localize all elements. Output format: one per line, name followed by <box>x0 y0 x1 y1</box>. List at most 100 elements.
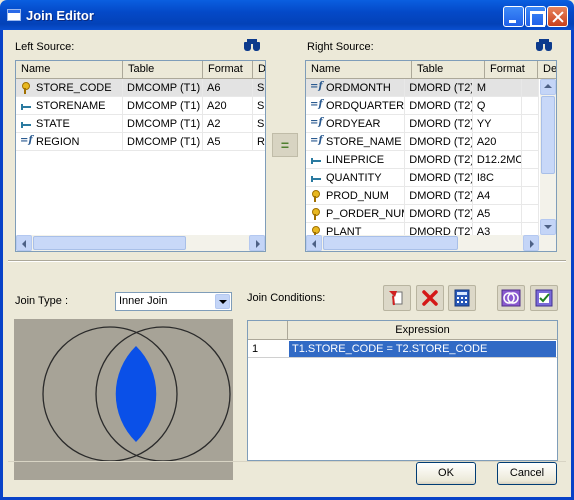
grid-corner <box>248 321 288 340</box>
left-col-de[interactable]: De <box>253 61 265 79</box>
chevron-down-icon[interactable] <box>215 294 230 309</box>
right-cell-de <box>522 79 539 96</box>
row-divider <box>248 357 557 358</box>
right-cell-de <box>522 223 539 235</box>
clear-conditions-icon <box>389 291 403 306</box>
right-row[interactable]: ORDMONTH DMORD (T2)M <box>306 79 539 97</box>
right-name-text: ORDYEAR <box>326 118 381 130</box>
right-grid-header: Name Table Format De <box>306 61 556 79</box>
key-icon <box>310 208 322 220</box>
scroll-thumb[interactable] <box>541 96 555 174</box>
right-cell-de <box>522 115 539 132</box>
condition-expression-cell[interactable]: T1.STORE_CODE = T2.STORE_CODE <box>289 341 556 357</box>
scroll-down-arrow[interactable] <box>540 219 556 235</box>
left-col-format[interactable]: Format <box>203 61 253 79</box>
left-source-label: Left Source: <box>15 41 75 53</box>
right-cell-format: I8C <box>473 169 523 186</box>
right-row[interactable]: ORDYEAR DMORD (T2)YY <box>306 115 539 133</box>
function-icon <box>20 133 33 150</box>
function-icon <box>310 133 323 150</box>
left-cell-table: DMCOMP (T1) <box>123 79 203 96</box>
binoculars-icon <box>536 39 552 51</box>
left-name-text: STATE <box>36 118 70 130</box>
left-cell-name: STORENAME <box>16 97 123 114</box>
right-vscrollbar[interactable] <box>540 79 556 235</box>
left-col-table[interactable]: Table <box>123 61 203 79</box>
left-hscrollbar[interactable] <box>16 235 265 251</box>
right-row[interactable]: QUANTITY DMORD (T2) I8C <box>306 169 539 187</box>
left-row[interactable]: STORENAME DMCOMP (T1) A20 S <box>16 97 265 115</box>
maximize-button[interactable] <box>525 6 546 27</box>
right-row[interactable]: PROD_NUM DMORD (T2) A4 <box>306 187 539 205</box>
right-cell-de <box>522 151 539 168</box>
left-cell-format: A6 <box>203 79 253 96</box>
right-col-de[interactable]: De <box>538 61 556 79</box>
right-row[interactable]: LINEPRICE DMORD (T2) D12.2MC <box>306 151 539 169</box>
key-icon <box>20 82 32 94</box>
right-hscrollbar[interactable] <box>306 235 556 251</box>
right-find-button[interactable] <box>532 34 556 56</box>
right-name-text: PLANT <box>326 226 362 235</box>
scroll-thumb[interactable] <box>33 236 186 250</box>
right-row[interactable]: STORE_NAMEDMORD (T2)A20 <box>306 133 539 151</box>
left-cell-format: A5 <box>203 133 253 150</box>
right-col-table[interactable]: Table <box>412 61 485 79</box>
left-row[interactable]: STORE_CODE DMCOMP (T1) A6 S <box>16 79 265 97</box>
right-cell-name: PROD_NUM <box>306 187 406 204</box>
left-row[interactable]: REGION DMCOMP (T1)A5R <box>16 133 265 151</box>
minimize-button[interactable] <box>503 6 524 27</box>
scroll-right-arrow[interactable] <box>249 235 265 251</box>
right-cell-table: DMORD (T2) <box>405 169 473 186</box>
right-col-format[interactable]: Format <box>485 61 538 79</box>
venn-options-icon <box>501 289 521 307</box>
join-type-label: Join Type : <box>15 295 68 307</box>
close-button[interactable] <box>547 6 568 27</box>
right-cell-name: P_ORDER_NUM <box>306 205 406 222</box>
left-cell-table: DMCOMP (T1) <box>123 97 203 114</box>
cancel-button[interactable]: Cancel <box>497 462 557 485</box>
left-find-button[interactable] <box>240 34 264 56</box>
left-cell-format: A2 <box>203 115 253 132</box>
delete-icon <box>422 290 438 306</box>
verify-button[interactable] <box>530 285 558 311</box>
scroll-thumb[interactable] <box>323 236 458 250</box>
title-bar[interactable]: Join Editor <box>0 0 574 30</box>
right-cell-de <box>522 205 539 222</box>
join-type-select[interactable]: Inner Join <box>115 292 232 311</box>
right-source-grid[interactable]: Name Table Format De ORDMONTHDMORD (T2)M… <box>305 60 557 252</box>
calculator-button[interactable] <box>448 285 476 311</box>
ok-button[interactable]: OK <box>416 462 476 485</box>
right-row[interactable]: PLANT DMORD (T2) A3 <box>306 223 539 235</box>
right-name-text: STORE_NAME <box>326 136 402 148</box>
window-icon <box>7 9 21 21</box>
right-cell-table: DMORD (T2) <box>405 79 473 96</box>
right-cell-name: ORDMONTH <box>306 79 406 96</box>
add-condition-equal-button[interactable]: = <box>272 133 298 157</box>
left-row[interactable]: STATE DMCOMP (T1) A2 S <box>16 115 265 133</box>
scroll-left-arrow[interactable] <box>306 235 322 251</box>
right-source-label: Right Source: <box>307 41 374 53</box>
left-cell-de: S <box>253 97 265 114</box>
scroll-left-arrow[interactable] <box>16 235 32 251</box>
left-grid-rows: STORE_CODE DMCOMP (T1) A6 S STORENAME DMCOMP … <box>16 79 265 151</box>
delete-condition-button[interactable] <box>416 285 444 311</box>
scroll-right-arrow[interactable] <box>523 235 539 251</box>
join-options-button[interactable] <box>497 285 525 311</box>
column-icon <box>20 100 32 112</box>
splitter[interactable] <box>8 260 566 262</box>
delete-all-button[interactable] <box>383 285 411 311</box>
join-conditions-grid[interactable]: Expression 1 T1.STORE_CODE = T2.STORE_CO… <box>247 320 558 461</box>
right-cell-format: A4 <box>473 187 523 204</box>
scroll-up-arrow[interactable] <box>540 79 556 95</box>
right-row[interactable]: ORDQUARTERDMORD (T2)Q <box>306 97 539 115</box>
expression-column-header[interactable]: Expression <box>288 321 557 340</box>
left-grid-header: Name Table Format De <box>16 61 265 79</box>
left-source-grid[interactable]: Name Table Format De STORE_CODE DMCOMP (T… <box>15 60 266 252</box>
right-row[interactable]: P_ORDER_NUM DMORD (T2) A5 <box>306 205 539 223</box>
right-cell-table: DMORD (T2) <box>405 151 473 168</box>
right-col-name[interactable]: Name <box>306 61 412 79</box>
left-col-name[interactable]: Name <box>16 61 123 79</box>
condition-row-number[interactable]: 1 <box>248 341 288 357</box>
join-type-value: Inner Join <box>119 295 168 307</box>
key-icon <box>310 226 322 235</box>
